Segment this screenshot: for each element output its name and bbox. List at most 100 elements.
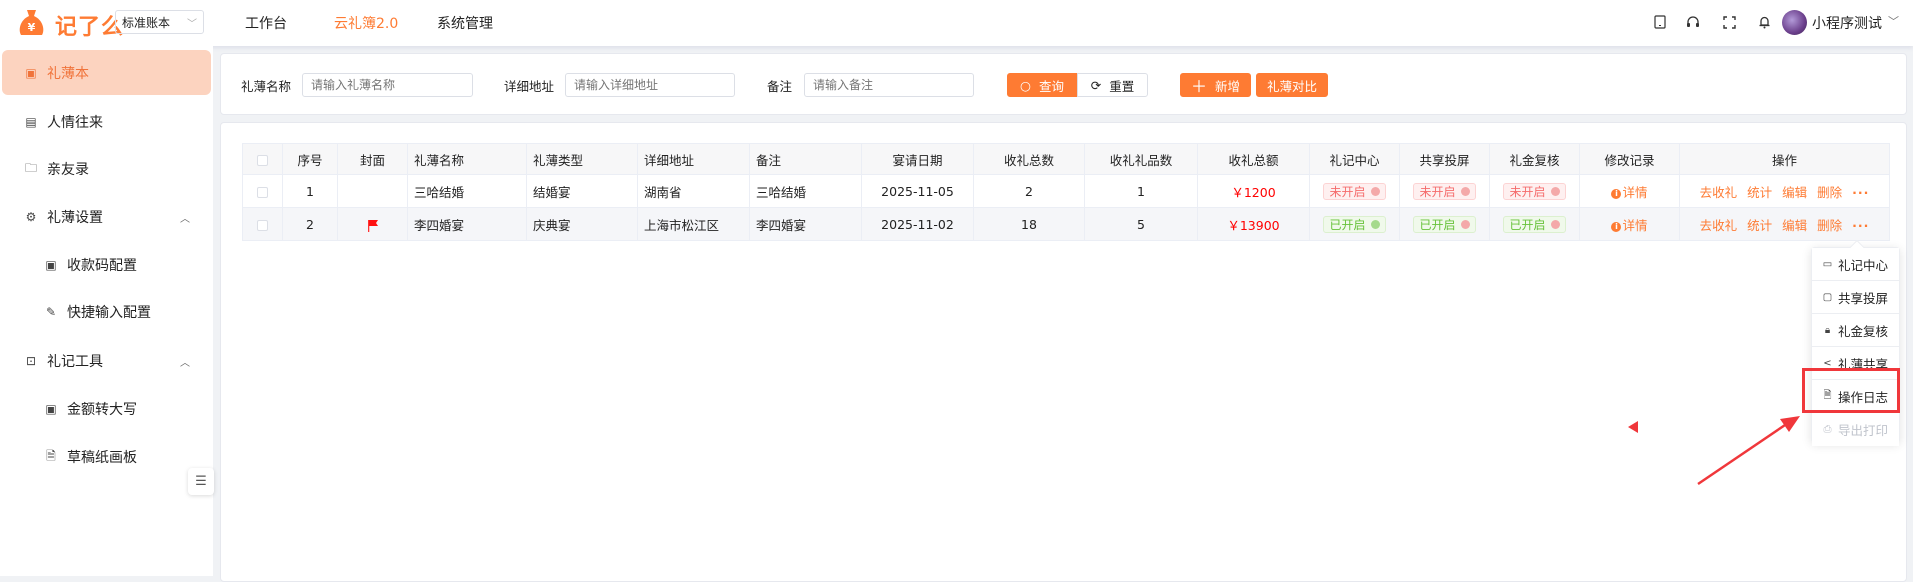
- sidebar-item-scratch-pad[interactable]: 🗎 草稿纸画板: [0, 439, 213, 475]
- headset-icon[interactable]: [1683, 12, 1703, 32]
- menu-item-label: 礼薄共享: [1838, 356, 1889, 372]
- gear-icon: ⚙: [25, 210, 37, 224]
- menu-item-gift-center[interactable]: ▭ 礼记中心: [1812, 248, 1899, 281]
- note-input[interactable]: [804, 73, 974, 97]
- menu-item-gift-review[interactable]: 🔒︎ 礼金复核: [1812, 314, 1899, 347]
- sidebar-item-label: 快捷输入配置: [67, 305, 151, 321]
- edit-link[interactable]: 编辑: [1782, 185, 1807, 200]
- sidebar-collapse-button[interactable]: ☰: [188, 468, 214, 495]
- delete-link[interactable]: 删除: [1817, 185, 1842, 200]
- money-icon: ▣: [45, 402, 57, 416]
- status-text: 未开启: [1419, 184, 1456, 199]
- user-avatar[interactable]: [1782, 10, 1807, 35]
- row-checkbox[interactable]: [242, 174, 283, 208]
- detail-label: 详情: [1622, 184, 1648, 200]
- tablet-icon[interactable]: [1650, 12, 1670, 32]
- column-header: 收礼礼品数: [1084, 143, 1198, 175]
- sidebar-item-quick-input-config[interactable]: ✎ 快捷输入配置: [0, 294, 213, 330]
- delete-link[interactable]: 删除: [1817, 218, 1842, 233]
- status-text: 未开启: [1329, 184, 1366, 199]
- account-book-select[interactable]: 标准账本 ﹀: [115, 10, 204, 34]
- gift-book-name-input[interactable]: [302, 73, 473, 97]
- nav-system-management[interactable]: 系统管理: [437, 13, 493, 33]
- sidebar-item-label: 礼薄设置: [47, 210, 103, 226]
- sidebar-item-gift-book[interactable]: ▣ 礼薄本: [2, 50, 211, 95]
- column-header: 收礼总额: [1197, 143, 1310, 175]
- edit-link[interactable]: 编辑: [1782, 218, 1807, 233]
- refresh-icon: ⟳: [1090, 77, 1102, 93]
- sidebar-item-gift-tools[interactable]: ⊡ 礼记工具 ︿: [0, 343, 213, 379]
- reset-button[interactable]: ⟳ 重置: [1077, 73, 1148, 97]
- collect-gift-link[interactable]: 去收礼: [1700, 218, 1738, 233]
- row-type: 结婚宴: [526, 174, 638, 208]
- column-header: 修改记录: [1579, 143, 1680, 175]
- fullscreen-icon[interactable]: [1719, 12, 1739, 32]
- row-gift-count: 18: [973, 207, 1085, 241]
- edit-icon: ✎: [45, 305, 57, 319]
- statistics-link[interactable]: 统计: [1747, 218, 1772, 233]
- sidebar-item-book-settings[interactable]: ⚙ 礼薄设置 ︿: [0, 199, 213, 235]
- table-header-row: 序号 封面 礼薄名称 礼薄类型 详细地址 备注 宴请日期 收礼总数 收礼礼品数 …: [242, 143, 1890, 175]
- share-icon: <: [1823, 357, 1832, 369]
- screen-share-status-tag[interactable]: 未开启: [1413, 182, 1476, 200]
- status-dot: [1550, 186, 1560, 196]
- row-amount: ￥1200: [1197, 174, 1310, 208]
- presentation-icon: ▭: [1822, 258, 1833, 270]
- statistics-link[interactable]: 统计: [1747, 185, 1772, 200]
- sidebar-item-label: 收款码配置: [67, 258, 137, 274]
- more-icon[interactable]: ···: [1852, 218, 1869, 233]
- menu-item-book-share[interactable]: < 礼薄共享: [1812, 347, 1899, 380]
- gift-center-status-tag[interactable]: 未开启: [1323, 182, 1386, 200]
- screen-share-status-tag[interactable]: 已开启: [1413, 215, 1476, 233]
- sidebar-item-contacts[interactable]: 🗀 亲友录: [0, 151, 213, 187]
- select-all-checkbox[interactable]: [242, 143, 283, 175]
- more-icon[interactable]: ···: [1852, 185, 1869, 200]
- column-header: 礼记中心: [1309, 143, 1400, 175]
- sidebar-item-amount-uppercase[interactable]: ▣ 金额转大写: [0, 391, 213, 427]
- row-amount: ￥13900: [1197, 207, 1310, 241]
- username[interactable]: 小程序测试: [1812, 13, 1882, 33]
- chevron-up-icon: ︿: [180, 357, 190, 369]
- reset-label: 重置: [1109, 78, 1135, 94]
- detail-link[interactable]: i 详情: [1611, 218, 1648, 233]
- qrcode-icon: ▣: [45, 258, 57, 272]
- menu-item-screen-share[interactable]: ▢ 共享投屏: [1812, 281, 1899, 314]
- row-cover: [337, 174, 408, 208]
- query-label: 查询: [1038, 78, 1064, 94]
- top-bar: ¥ 记了么 标准账本 ﹀ 工作台 云礼簿2.0 系统管理 小程序测试 ﹀: [0, 0, 1913, 46]
- query-button[interactable]: ○ 查询: [1007, 73, 1077, 97]
- add-button[interactable]: ＋ 新增: [1180, 73, 1251, 97]
- printer-icon: ⎙: [1823, 424, 1832, 435]
- row-date: 2025-11-02: [861, 207, 974, 241]
- chevron-down-icon[interactable]: ﹀: [1888, 13, 1899, 29]
- plus-icon: ＋: [1190, 77, 1207, 96]
- gift-center-status-tag[interactable]: 已开启: [1323, 215, 1386, 233]
- red-flag-icon: [367, 219, 378, 232]
- review-status-tag[interactable]: 已开启: [1503, 215, 1566, 233]
- table-panel: 序号 封面 礼薄名称 礼薄类型 详细地址 备注 宴请日期 收礼总数 收礼礼品数 …: [220, 122, 1907, 582]
- compare-button[interactable]: 礼薄对比: [1256, 73, 1328, 97]
- chevron-down-icon: ﹀: [187, 18, 197, 30]
- sidebar-item-label: 礼薄本: [47, 65, 89, 82]
- bell-icon[interactable]: [1754, 12, 1774, 32]
- status-dot: [1550, 219, 1560, 229]
- sidebar-item-qrcode-config[interactable]: ▣ 收款码配置: [0, 247, 213, 283]
- status-dot: [1370, 219, 1380, 229]
- nav-cloud-gift-book[interactable]: 云礼簿2.0: [334, 13, 398, 33]
- row-cover: [337, 207, 408, 241]
- status-text: 已开启: [1419, 217, 1456, 232]
- review-status-tag[interactable]: 未开启: [1503, 182, 1566, 200]
- row-item-count: 1: [1084, 174, 1198, 208]
- nav-workbench[interactable]: 工作台: [245, 13, 287, 33]
- chevron-up-icon: ︿: [180, 213, 190, 225]
- address-input[interactable]: [565, 73, 735, 97]
- detail-link[interactable]: i 详情: [1611, 184, 1648, 200]
- row-checkbox[interactable]: [242, 207, 283, 241]
- logo-text: 记了么: [55, 15, 125, 40]
- menu-item-operation-log[interactable]: 🗎 操作日志: [1812, 380, 1899, 413]
- status-dot: [1370, 186, 1380, 196]
- row-item-count: 5: [1084, 207, 1198, 241]
- sidebar-item-label: 草稿纸画板: [67, 450, 137, 466]
- sidebar-item-relations[interactable]: ▤ 人情往来: [0, 104, 213, 140]
- collect-gift-link[interactable]: 去收礼: [1700, 185, 1738, 200]
